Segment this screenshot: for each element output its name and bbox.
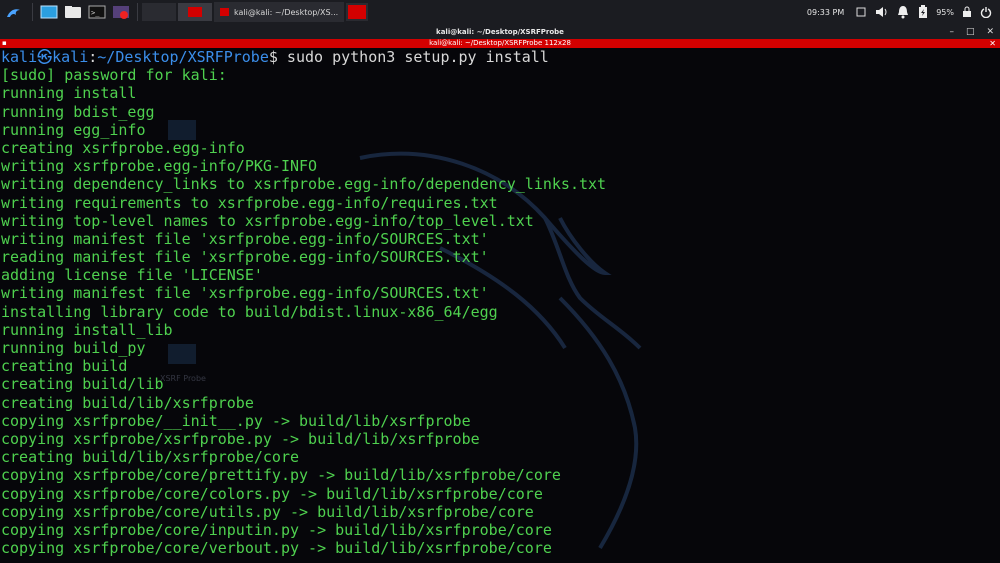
firefox-icon[interactable] — [109, 0, 133, 24]
prompt-colon: : — [88, 48, 98, 66]
file-manager-icon[interactable] — [61, 0, 85, 24]
workspace-1[interactable] — [142, 3, 176, 21]
notification-bell-icon[interactable] — [896, 5, 910, 19]
terminal-output-line: running bdist_egg — [1, 102, 155, 121]
window-thumb-icon — [188, 7, 202, 17]
minimize-icon[interactable]: – — [949, 27, 954, 37]
terminal-output-line: running install — [1, 84, 137, 103]
terminal-output-line: writing requirements to xsrfprobe.egg-in… — [1, 193, 498, 212]
terminal-output-line: writing dependency_links to xsrfprobe.eg… — [1, 175, 607, 194]
terminal-output-line: copying xsrfprobe/__init__.py -> build/l… — [1, 411, 471, 430]
terminal-output-line: copying xsrfprobe/core/inputin.py -> bui… — [1, 520, 552, 539]
terminal-output-line: adding license file 'LICENSE' — [1, 266, 263, 285]
terminal-tab-bar[interactable]: ▪ kali@kali: ~/Desktop/XSRFProbe 112x28 … — [0, 39, 1000, 48]
taskbar-terminal-window[interactable]: kali@kali: ~/Desktop/XS... — [214, 2, 345, 22]
volume-icon[interactable] — [874, 5, 888, 19]
workspace-thumb[interactable] — [346, 3, 369, 21]
terminal-output-line: copying xsrfprobe/xsrfprobe.py -> build/… — [1, 429, 480, 448]
svg-text:>_: >_ — [91, 9, 100, 17]
terminal-output-line: creating build/lib — [1, 375, 164, 394]
prompt-symbol: $ — [268, 48, 278, 66]
kali-menu-icon[interactable] — [0, 0, 28, 24]
workspace-2[interactable] — [178, 3, 212, 21]
terminal-output-area[interactable]: XSRF Probe kali㉿kali:~/Desktop/XSRFProbe… — [0, 48, 1000, 563]
power-icon[interactable] — [980, 6, 992, 18]
prompt-path: ~/Desktop/XSRFProbe — [97, 48, 269, 66]
battery-percent: 95% — [936, 7, 954, 17]
system-tray: 95% — [856, 5, 992, 19]
terminal-output-line: writing top-level names to xsrfprobe.egg… — [1, 211, 534, 230]
terminal-output-line: copying xsrfprobe/core/verbout.py -> bui… — [1, 539, 552, 558]
top-panel: >_ kali@kali: ~/Desktop/XS... 09:33 PM 9… — [0, 0, 1000, 25]
terminal-output-line: writing manifest file 'xsrfprobe.egg-inf… — [1, 284, 489, 303]
terminal-output-line: reading manifest file 'xsrfprobe.egg-inf… — [1, 248, 489, 267]
terminal-output-line: running build_py — [1, 339, 146, 357]
terminal-output-line: running egg_info — [1, 120, 146, 139]
terminal-output-line: copying xsrfprobe/core/utils.py -> build… — [1, 502, 534, 521]
clock[interactable]: 09:33 PM — [807, 8, 844, 17]
window-title: kali@kali: ~/Desktop/XSRFProbe — [436, 27, 564, 36]
maximize-icon[interactable]: □ — [966, 27, 975, 37]
window-list-icon[interactable] — [856, 7, 866, 17]
terminal-output-line: writing xsrfprobe.egg-info/PKG-INFO — [1, 157, 318, 176]
tab-close-icon[interactable]: ✕ — [989, 39, 996, 48]
panel-separator — [32, 3, 33, 21]
terminal-output-line: installing library code to build/bdist.l… — [1, 302, 498, 321]
terminal-small-icon — [220, 8, 229, 16]
tab-title[interactable]: kali@kali: ~/Desktop/XSRFProbe 112x28 — [429, 39, 571, 48]
terminal-output-line: creating xsrfprobe.egg-info — [1, 138, 245, 157]
terminal-output-line: creating build/lib/xsrfprobe/core — [1, 448, 300, 467]
prompt-user: kali㉿kali — [1, 48, 89, 66]
show-desktop-icon[interactable] — [37, 0, 61, 24]
panel-separator — [137, 3, 138, 21]
terminal-output-line: creating build — [1, 357, 128, 376]
prompt-line: kali㉿kali:~/Desktop/XSRFProbe$ sudo pyth… — [1, 48, 606, 66]
taskbar-window-label: kali@kali: ~/Desktop/XS... — [234, 7, 339, 17]
terminal-output-line: writing manifest file 'xsrfprobe.egg-inf… — [1, 229, 489, 248]
terminal-lines: kali㉿kali:~/Desktop/XSRFProbe$ sudo pyth… — [1, 48, 606, 557]
terminal-launcher-icon[interactable]: >_ — [85, 0, 109, 24]
window-titlebar[interactable]: kali@kali: ~/Desktop/XSRFProbe – □ ✕ — [0, 24, 1000, 39]
terminal-output-line: [sudo] password for kali: — [1, 66, 227, 85]
terminal-output-line: copying xsrfprobe/core/colors.py -> buil… — [1, 484, 543, 503]
battery-icon[interactable] — [918, 5, 928, 19]
prompt-command: sudo python3 setup.py install — [277, 48, 549, 66]
terminal-output-line: running install_lib — [1, 320, 173, 339]
tab-indicator-icon: ▪ — [2, 39, 7, 47]
terminal-output-line: creating build/lib/xsrfprobe — [1, 393, 254, 412]
terminal-output-line: copying xsrfprobe/core/prettify.py -> bu… — [1, 466, 561, 485]
close-icon[interactable]: ✕ — [986, 27, 994, 37]
window-controls: – □ ✕ — [949, 24, 994, 39]
lock-screen-icon[interactable] — [962, 6, 972, 18]
